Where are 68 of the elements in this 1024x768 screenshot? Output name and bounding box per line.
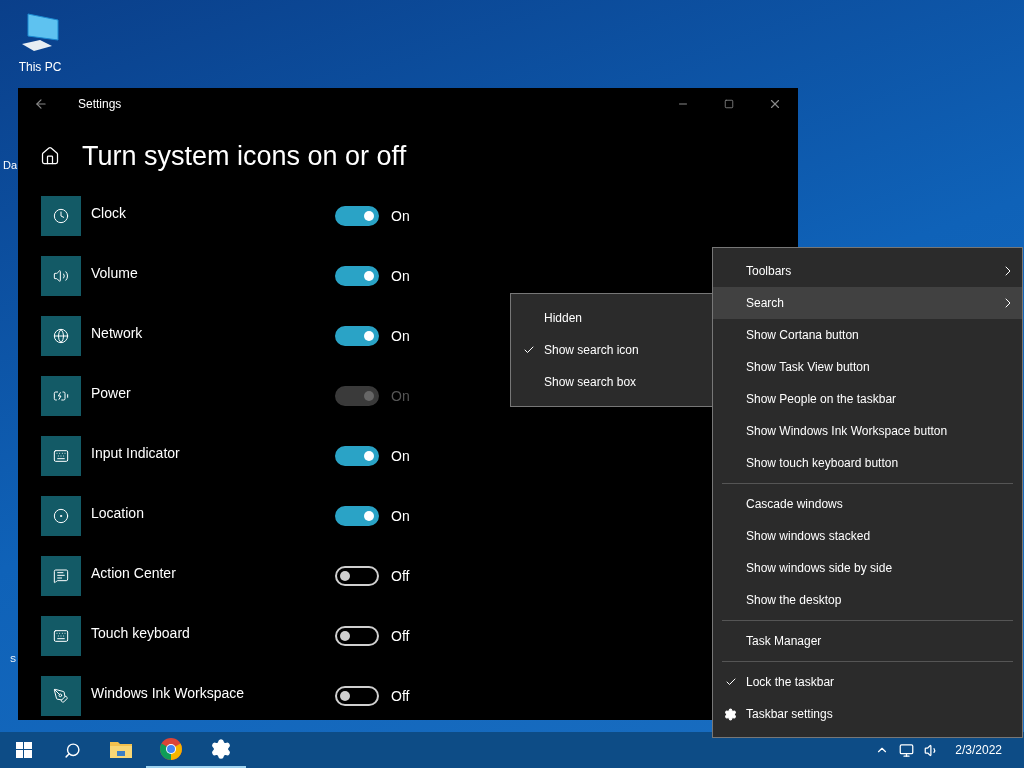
- desktop-icon-label: This PC: [18, 59, 62, 76]
- close-icon: [768, 97, 782, 111]
- setting-label: Action Center: [91, 563, 177, 583]
- search-icon[interactable]: [63, 741, 81, 759]
- desktop-icon-label: Da: [3, 158, 18, 173]
- window-title: Settings: [78, 96, 122, 113]
- menu-item[interactable]: Show Cortana button: [713, 319, 1022, 351]
- toggle-state: Off: [391, 686, 410, 706]
- menu-item[interactable]: Show search icon: [511, 334, 713, 366]
- check-icon: [523, 344, 535, 356]
- desktop-icon-label: S: [10, 653, 16, 666]
- setting-label: Windows Ink Workspace: [91, 683, 245, 703]
- keyboard-icon: [41, 616, 81, 656]
- toggle-state: On: [391, 506, 410, 526]
- menu-item[interactable]: Show windows side by side: [713, 552, 1022, 584]
- speaker-icon: [41, 256, 81, 296]
- toggle-switch[interactable]: [335, 266, 379, 286]
- menu-item[interactable]: Show search box: [511, 366, 713, 398]
- tray-date[interactable]: 2/3/2022: [955, 741, 1002, 759]
- toggle-state: Off: [391, 566, 410, 586]
- menu-item[interactable]: Show windows stacked: [713, 520, 1022, 552]
- folder-icon[interactable]: [109, 739, 133, 759]
- toggle-state: Off: [391, 626, 410, 646]
- gear-icon[interactable]: [210, 738, 232, 760]
- menu-item[interactable]: Show People on the taskbar: [713, 383, 1022, 415]
- setting-label: Power: [91, 383, 132, 403]
- menu-item[interactable]: Taskbar settings: [713, 698, 1022, 730]
- windows-logo-icon[interactable]: [16, 742, 32, 758]
- setting-label: Input Indicator: [91, 443, 181, 463]
- toggle-state: On: [391, 386, 410, 406]
- setting-label: Clock: [91, 203, 127, 223]
- menu-item[interactable]: Show Task View button: [713, 351, 1022, 383]
- toggle-switch[interactable]: [335, 206, 379, 226]
- setting-label: Network: [91, 323, 144, 343]
- toggle-state: On: [391, 266, 410, 286]
- gear-icon: [724, 707, 737, 721]
- menu-item[interactable]: Task Manager: [713, 625, 1022, 657]
- check-icon: [725, 676, 737, 688]
- maximize-icon: [724, 99, 734, 109]
- back-icon[interactable]: [34, 97, 48, 111]
- toggle-switch[interactable]: [335, 506, 379, 526]
- toggle-state: On: [391, 446, 410, 466]
- page-heading: Turn system icons on or off: [82, 142, 407, 170]
- setting-label: Location: [91, 503, 145, 523]
- browser-icon[interactable]: [159, 737, 183, 761]
- clock-icon: [41, 196, 81, 236]
- network-icon[interactable]: [899, 742, 915, 758]
- setting-label: Volume: [91, 263, 139, 283]
- toggle-state: On: [391, 326, 410, 346]
- setting-label: Touch keyboard: [91, 623, 191, 643]
- menu-item[interactable]: Show Windows Ink Workspace button: [713, 415, 1022, 447]
- menu-item[interactable]: Toolbars: [713, 255, 1022, 287]
- battery-icon: [41, 376, 81, 416]
- menu-item[interactable]: Show the desktop: [713, 584, 1022, 616]
- menu-item[interactable]: Hidden: [511, 302, 713, 334]
- menu-item[interactable]: Cascade windows: [713, 488, 1022, 520]
- toggle-switch[interactable]: [335, 326, 379, 346]
- pen-icon: [41, 676, 81, 716]
- keyboard-icon: [41, 436, 81, 476]
- menu-item[interactable]: Lock the taskbar: [713, 666, 1022, 698]
- location-icon: [41, 496, 81, 536]
- toggle-state: On: [391, 206, 410, 226]
- toggle-switch[interactable]: [335, 446, 379, 466]
- globe-icon: [41, 316, 81, 356]
- message-icon: [41, 556, 81, 596]
- home-icon[interactable]: [40, 146, 60, 166]
- menu-item[interactable]: Search: [713, 287, 1022, 319]
- menu-item[interactable]: Show touch keyboard button: [713, 447, 1022, 479]
